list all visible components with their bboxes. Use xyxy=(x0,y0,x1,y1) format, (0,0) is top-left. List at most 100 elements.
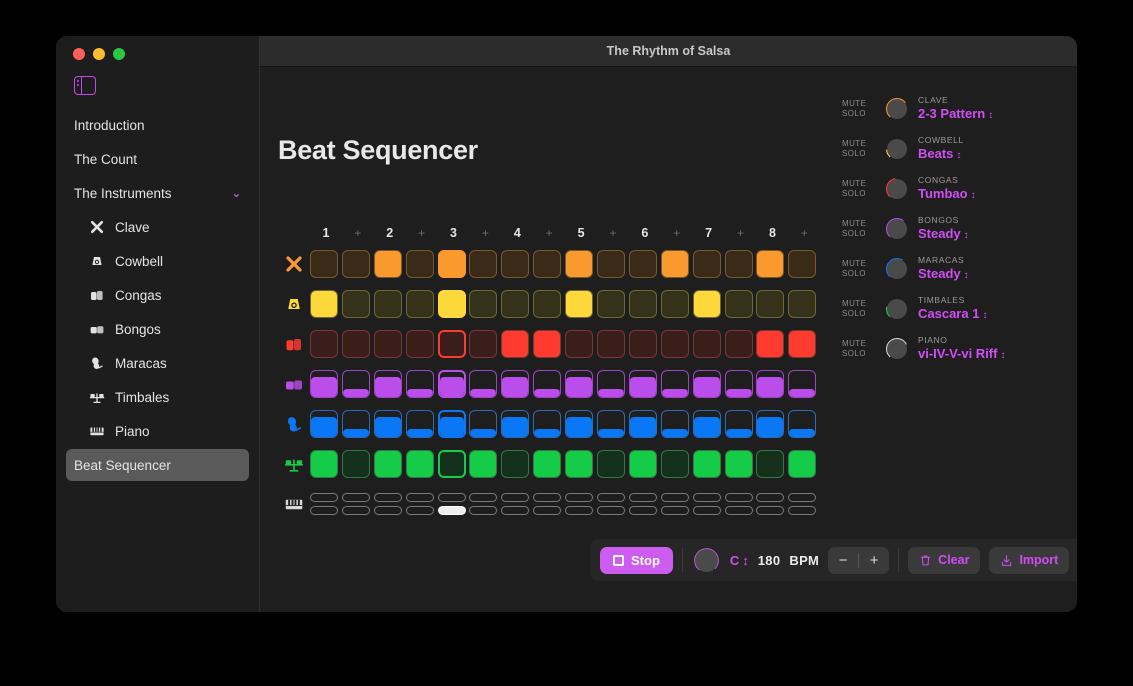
solo-button[interactable]: SOLO xyxy=(842,349,882,359)
sidebar-item-timbales[interactable]: Timbales xyxy=(66,381,249,413)
piano-note-cell[interactable] xyxy=(724,506,753,515)
mute-button[interactable]: MUTE xyxy=(842,219,882,229)
step-cell[interactable] xyxy=(469,450,498,478)
step-cell[interactable] xyxy=(310,410,338,438)
step-cell[interactable] xyxy=(565,330,594,358)
step-cell[interactable] xyxy=(469,330,498,358)
step-cell[interactable] xyxy=(533,410,562,438)
sidebar-item-cowbell[interactable]: Cowbell xyxy=(66,245,249,277)
step-cell[interactable] xyxy=(660,330,689,358)
step-cell[interactable] xyxy=(628,450,657,478)
piano-note-cell[interactable] xyxy=(310,493,338,502)
step-cell[interactable] xyxy=(310,330,338,358)
piano-note-cell[interactable] xyxy=(310,506,338,515)
step-cell[interactable] xyxy=(597,290,626,318)
step-cell[interactable] xyxy=(724,410,753,438)
step-cell[interactable] xyxy=(565,450,594,478)
sidebar-item-introduction[interactable]: Introduction xyxy=(66,109,249,141)
step-cell[interactable] xyxy=(756,330,785,358)
bpm-decrease-button[interactable]: − xyxy=(828,552,858,569)
mute-button[interactable]: MUTE xyxy=(842,99,882,109)
step-cell[interactable] xyxy=(373,370,402,398)
step-cell[interactable] xyxy=(437,250,466,278)
piano-note-cell[interactable] xyxy=(501,506,530,515)
step-cell[interactable] xyxy=(788,450,817,478)
track-volume-knob[interactable] xyxy=(884,336,910,362)
step-cell[interactable] xyxy=(692,410,721,438)
track-volume-knob[interactable] xyxy=(884,176,910,202)
mute-button[interactable]: MUTE xyxy=(842,259,882,269)
piano-note-cell[interactable] xyxy=(692,506,721,515)
pattern-selector[interactable]: Tumbao ↕ xyxy=(918,186,976,203)
step-cell[interactable] xyxy=(565,410,594,438)
mute-button[interactable]: MUTE xyxy=(842,339,882,349)
track-volume-knob[interactable] xyxy=(884,96,910,122)
step-cell[interactable] xyxy=(597,330,626,358)
step-cell[interactable] xyxy=(788,290,817,318)
step-cell[interactable] xyxy=(437,330,466,358)
step-cell[interactable] xyxy=(724,450,753,478)
step-cell[interactable] xyxy=(310,450,338,478)
piano-note-cell[interactable] xyxy=(533,493,562,502)
solo-button[interactable]: SOLO xyxy=(842,109,882,119)
step-cell[interactable] xyxy=(405,410,434,438)
step-cell[interactable] xyxy=(533,250,562,278)
step-cell[interactable] xyxy=(628,330,657,358)
step-cell[interactable] xyxy=(597,370,626,398)
piano-note-cell[interactable] xyxy=(373,493,402,502)
step-cell[interactable] xyxy=(756,450,785,478)
step-cell[interactable] xyxy=(628,250,657,278)
step-cell[interactable] xyxy=(628,410,657,438)
sidebar-item-clave[interactable]: Clave xyxy=(66,211,249,243)
step-cell[interactable] xyxy=(341,290,370,318)
step-cell[interactable] xyxy=(788,410,817,438)
step-cell[interactable] xyxy=(756,410,785,438)
step-cell[interactable] xyxy=(469,290,498,318)
pattern-selector[interactable]: Cascara 1 ↕ xyxy=(918,306,987,323)
step-cell[interactable] xyxy=(341,330,370,358)
piano-note-cell[interactable] xyxy=(565,506,594,515)
solo-button[interactable]: SOLO xyxy=(842,149,882,159)
piano-note-cell[interactable] xyxy=(788,506,817,515)
step-cell[interactable] xyxy=(533,370,562,398)
piano-note-cell[interactable] xyxy=(373,506,402,515)
step-cell[interactable] xyxy=(405,450,434,478)
step-cell[interactable] xyxy=(405,370,434,398)
step-cell[interactable] xyxy=(597,250,626,278)
step-cell[interactable] xyxy=(724,250,753,278)
step-cell[interactable] xyxy=(341,410,370,438)
step-cell[interactable] xyxy=(310,290,338,318)
step-cell[interactable] xyxy=(469,250,498,278)
step-cell[interactable] xyxy=(310,250,338,278)
step-cell[interactable] xyxy=(692,250,721,278)
bpm-increase-button[interactable]: + xyxy=(859,552,889,569)
step-cell[interactable] xyxy=(660,250,689,278)
piano-note-cell[interactable] xyxy=(341,493,370,502)
mute-button[interactable]: MUTE xyxy=(842,299,882,309)
step-cell[interactable] xyxy=(437,450,466,478)
zoom-button[interactable] xyxy=(113,48,125,60)
step-cell[interactable] xyxy=(405,290,434,318)
step-cell[interactable] xyxy=(373,250,402,278)
step-cell[interactable] xyxy=(692,370,721,398)
step-cell[interactable] xyxy=(437,410,466,438)
sidebar-item-congas[interactable]: Congas xyxy=(66,279,249,311)
piano-note-cell[interactable] xyxy=(724,493,753,502)
clear-button[interactable]: Clear xyxy=(908,546,981,574)
step-cell[interactable] xyxy=(565,290,594,318)
track-volume-knob[interactable] xyxy=(884,256,910,282)
step-cell[interactable] xyxy=(533,290,562,318)
piano-note-cell[interactable] xyxy=(628,506,657,515)
piano-note-cell[interactable] xyxy=(628,493,657,502)
step-cell[interactable] xyxy=(597,410,626,438)
step-cell[interactable] xyxy=(724,370,753,398)
sidebar-item-maracas[interactable]: Maracas xyxy=(66,347,249,379)
pattern-selector[interactable]: 2-3 Pattern ↕ xyxy=(918,106,993,123)
piano-note-cell[interactable] xyxy=(597,493,626,502)
solo-button[interactable]: SOLO xyxy=(842,189,882,199)
step-cell[interactable] xyxy=(788,370,817,398)
step-cell[interactable] xyxy=(501,450,530,478)
sidebar-item-beat-sequencer[interactable]: Beat Sequencer xyxy=(66,449,249,481)
step-cell[interactable] xyxy=(724,330,753,358)
piano-note-cell[interactable] xyxy=(469,506,498,515)
